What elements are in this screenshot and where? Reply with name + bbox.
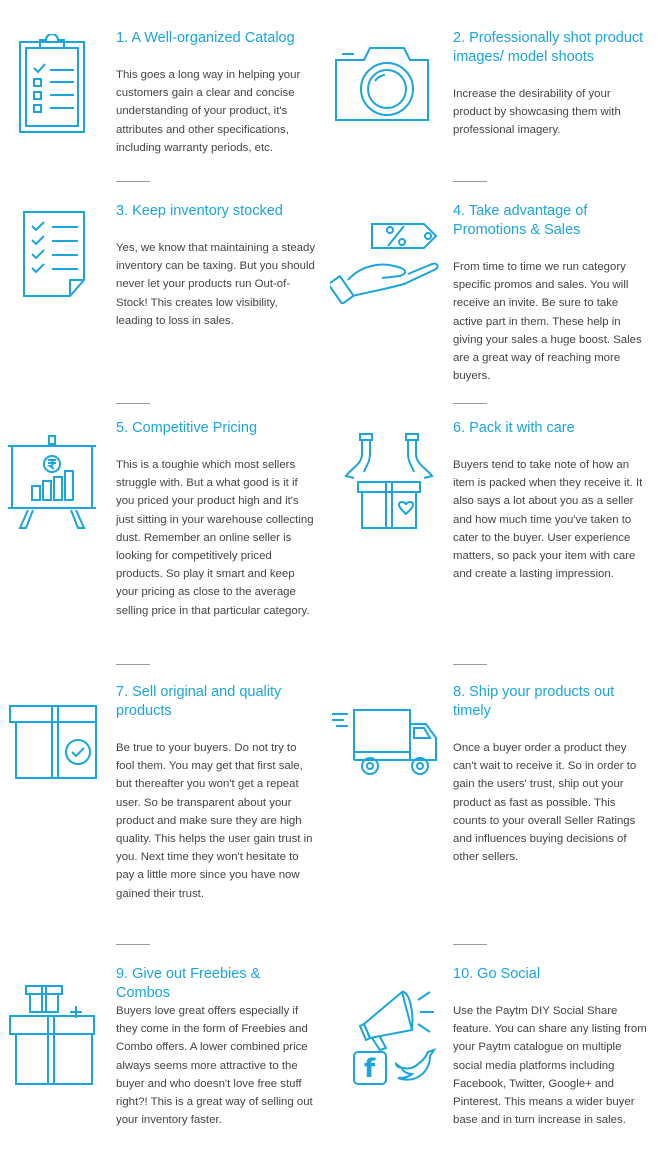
tip-title: 6. Pack it with care (453, 420, 575, 436)
checklist-document-icon (22, 210, 94, 300)
hands-gift-box-icon (342, 432, 438, 532)
delivery-truck-icon (330, 708, 440, 778)
tip-description: Buyers tend to take note of how an item … (453, 459, 643, 581)
tip-description: From time to time we run category specif… (453, 261, 642, 383)
clipboard-checklist-icon (18, 34, 86, 134)
divider (116, 181, 150, 182)
tip-title: 8. Ship your products out timely (453, 684, 615, 719)
tip-description: Use the Paytm DIY Social Share feature. … (453, 1005, 647, 1127)
tip-title: 10. Go Social (453, 966, 541, 982)
tip-title: 9. Give out Freebies & Combos (116, 966, 261, 1001)
divider (453, 944, 487, 945)
tip-description: This goes a long way in helping your cus… (116, 69, 301, 154)
tip-description: Yes, we know that maintaining a steady i… (116, 242, 316, 327)
divider (116, 664, 150, 665)
tip-title: 4. Take advantage of Promotions & Sales (453, 203, 588, 238)
verified-box-icon (8, 704, 100, 780)
divider (453, 664, 487, 665)
tip-title: 2. Professionally shot product images/ m… (453, 30, 644, 65)
hand-with-discount-tag-icon (330, 218, 440, 304)
tip-description: Be true to your buyers. Do not try to fo… (116, 742, 313, 900)
divider (116, 403, 150, 404)
tip-title: 5. Competitive Pricing (116, 420, 258, 436)
tip-description: Buyers love great offers especially if t… (116, 1005, 313, 1127)
divider (453, 181, 487, 182)
megaphone-social-icon: f (350, 980, 440, 1088)
tip-title: 7. Sell original and quality products (116, 684, 282, 719)
tip-description: This is a toughie which most sellers str… (116, 459, 314, 617)
divider (116, 944, 150, 945)
divider (453, 403, 487, 404)
tip-title: 1. A Well-organized Catalog (116, 30, 295, 46)
facebook-icon: f (364, 1054, 376, 1084)
rupee-bar-chart-easel-icon (6, 434, 98, 530)
tip-description: Increase the desirability of your produc… (453, 88, 621, 137)
stacked-gift-boxes-icon (8, 984, 100, 1088)
camera-icon (334, 44, 430, 122)
tip-description: Once a buyer order a product they can't … (453, 742, 637, 864)
tip-title: 3. Keep inventory stocked (116, 203, 283, 219)
